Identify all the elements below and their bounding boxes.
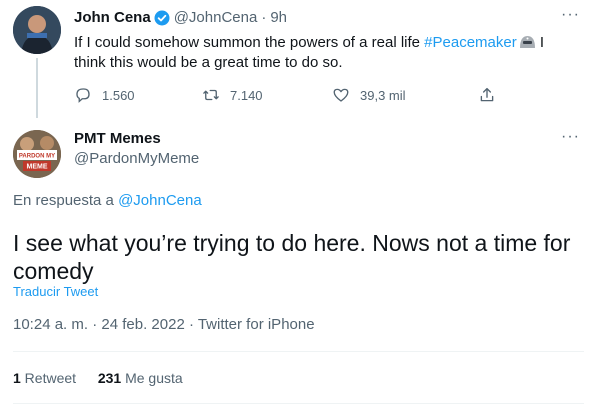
reply-to-prefix: En respuesta a (13, 192, 119, 209)
tweet-stats: 1 Retweet 231 Me gusta (13, 370, 183, 386)
divider-top (13, 351, 584, 352)
like-action[interactable]: 39,3 mil (332, 86, 406, 104)
separator-dot: · (261, 9, 267, 26)
original-author-handle[interactable]: @JohnCena (174, 9, 258, 26)
reply-action[interactable]: 1.560 (74, 86, 135, 104)
share-action[interactable] (478, 86, 506, 104)
reply-icon (76, 88, 90, 103)
original-tweet-text-start: If I could somehow summon the powers of … (74, 34, 425, 51)
john-cena-avatar[interactable] (13, 6, 61, 54)
reply-to-handle-link[interactable]: @JohnCena (118, 192, 202, 209)
original-tweet-text: If I could somehow summon the powers of … (74, 33, 554, 73)
reply-author-name[interactable]: PMT Memes (74, 130, 161, 147)
like-count: 39,3 mil (360, 87, 406, 103)
original-tweet-actions: 1.560 7.140 39,3 mil (74, 86, 504, 104)
reply-tweet-header: PMT Memes (74, 130, 161, 147)
likes-value: 231 (97, 370, 122, 386)
avatar-badge-bottom-text: MEME (27, 164, 48, 171)
original-author-name[interactable]: John Cena (74, 9, 151, 26)
reply-tweet-text: I see what you’re trying to do here. Now… (13, 230, 571, 284)
more-icon[interactable]: ··· (561, 128, 580, 146)
reply-author-handle[interactable]: @PardonMyMeme (74, 150, 199, 167)
pmt-memes-avatar[interactable]: PARDON MY MEME (13, 130, 61, 178)
verified-badge-icon (154, 10, 170, 26)
retweets-stat[interactable]: 1 Retweet (13, 370, 76, 386)
translate-tweet-link[interactable]: Traducir Tweet (13, 284, 98, 299)
likes-stat[interactable]: 231 Me gusta (98, 370, 183, 386)
original-tweet-time[interactable]: 9h (270, 9, 287, 26)
tweet-timestamp[interactable]: 10:24 a. m. · 24 feb. 2022 · Twitter for… (13, 316, 315, 333)
retweet-action[interactable]: 7.140 (202, 86, 263, 104)
original-tweet-header: John Cena @JohnCena · 9h (74, 9, 287, 26)
reply-count: 1.560 (102, 87, 135, 103)
more-icon[interactable]: ··· (561, 6, 580, 24)
replying-to-line: En respuesta a @JohnCena (13, 192, 202, 209)
retweets-value: 1 (13, 370, 21, 386)
retweets-label: Retweet (20, 370, 77, 386)
heart-icon (333, 88, 349, 102)
retweet-count: 7.140 (230, 87, 263, 103)
thread-connector-line (36, 58, 38, 118)
peacemaker-helmet-emoji (519, 34, 536, 49)
peacemaker-hashtag-link[interactable]: #Peacemaker (424, 34, 517, 51)
likes-label: Me gusta (121, 370, 183, 386)
divider-bottom (13, 403, 584, 404)
avatar-badge-top-text: PARDON MY (19, 154, 55, 160)
retweet-icon (203, 89, 219, 101)
share-icon (480, 87, 494, 102)
